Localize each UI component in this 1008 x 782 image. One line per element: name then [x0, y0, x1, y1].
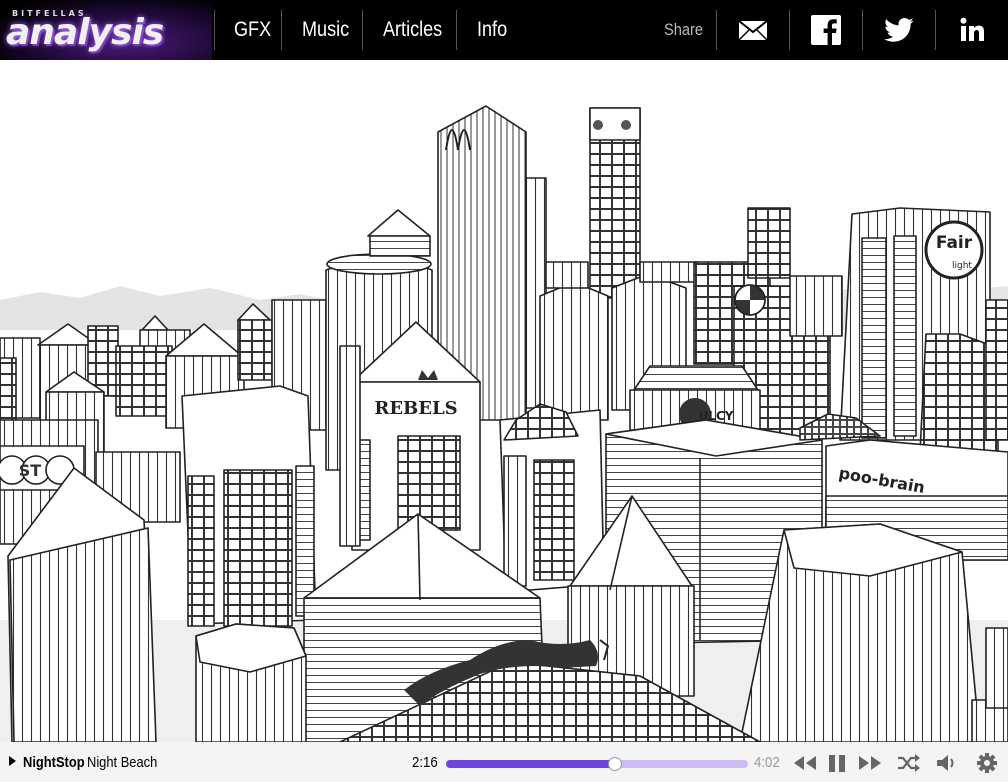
vulcy-sign: ULCY [699, 409, 734, 423]
seek-bar[interactable] [446, 757, 748, 771]
city-scene-illustration: REBELS Fair light poo-brain ULCY ST [0, 60, 1008, 742]
nav-link-music[interactable]: Music [302, 0, 349, 60]
nav-link-info[interactable]: Info [477, 0, 507, 60]
nav-divider [362, 10, 363, 50]
volume-icon[interactable] [935, 752, 961, 774]
facebook-icon[interactable] [810, 14, 842, 46]
track-artist: NightStop [23, 754, 85, 771]
nav-divider [716, 10, 717, 50]
fast-forward-icon[interactable] [857, 752, 883, 774]
now-playing-icon[interactable] [9, 756, 16, 766]
settings-icon[interactable] [974, 752, 1000, 774]
shuffle-icon[interactable] [896, 752, 922, 774]
nav-divider [935, 10, 936, 50]
nav-divider [214, 10, 215, 50]
total-time: 4:02 [754, 754, 780, 771]
top-navigation-bar: BITFELLAS analysis GFX Music Articles In… [0, 0, 1008, 60]
share-label: Share [664, 20, 704, 39]
music-player-bar: NightStop Night Beach 2:16 4:02 [0, 742, 1008, 782]
nav-link-articles[interactable]: Articles [383, 0, 442, 60]
track-title: Night Beach [87, 754, 158, 771]
rebels-sign: REBELS [374, 398, 457, 419]
logo-title: analysis [6, 12, 164, 53]
toast-sign: ST [19, 461, 42, 480]
nav-divider [281, 10, 282, 50]
seek-bar-handle[interactable] [608, 757, 623, 771]
nav-divider [456, 10, 457, 50]
fairlight-sign-top: Fair [936, 233, 973, 253]
nav-divider [789, 10, 790, 50]
rewind-icon[interactable] [792, 752, 818, 774]
nav-link-gfx[interactable]: GFX [234, 0, 271, 60]
fairlight-sign-bottom: light [952, 261, 972, 271]
current-time: 2:16 [412, 754, 438, 771]
mail-icon[interactable] [737, 14, 769, 46]
nav-divider [862, 10, 863, 50]
pause-icon[interactable] [826, 752, 852, 774]
twitter-icon[interactable] [883, 14, 915, 46]
site-logo[interactable]: BITFELLAS analysis [0, 0, 212, 60]
seek-bar-fill [446, 760, 616, 768]
linkedin-icon[interactable] [956, 14, 988, 46]
